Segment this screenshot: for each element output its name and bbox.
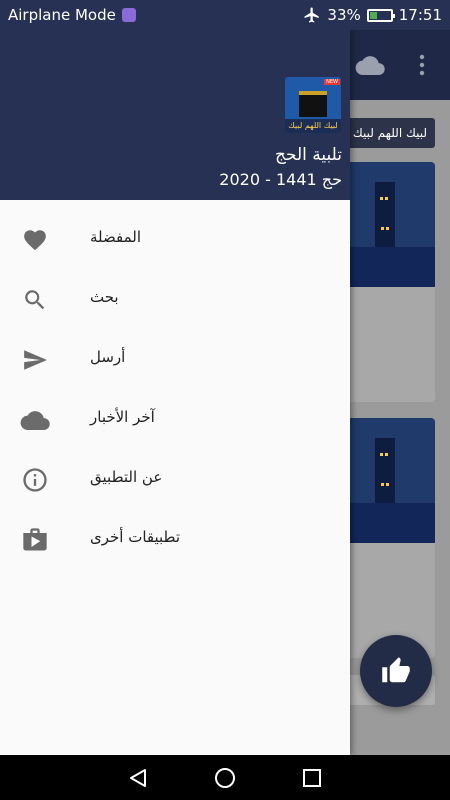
menu-item-send[interactable]: أرسل <box>0 330 350 390</box>
menu-item-about[interactable]: عن التطبيق <box>0 450 350 510</box>
recents-icon <box>302 768 321 787</box>
info-icon <box>20 466 50 494</box>
back-button[interactable] <box>126 766 150 790</box>
home-icon <box>214 767 235 788</box>
menu-item-favorites[interactable]: المفضلة <box>0 210 350 270</box>
cloud-icon <box>20 406 50 434</box>
notification-icon <box>121 8 136 22</box>
title-chip[interactable]: لبيك اللهم لبيك <box>345 118 435 148</box>
video-card[interactable] <box>345 418 435 658</box>
drawer-header: لبيك اللهم لبيك NEW تلبية الحج حج 1441 -… <box>0 0 350 200</box>
airplane-icon <box>304 7 320 23</box>
menu-item-label: المفضلة <box>90 228 142 246</box>
menu-item-latest-news[interactable]: آخر الأخبار <box>0 390 350 450</box>
system-nav-bar <box>0 755 450 800</box>
recents-button[interactable] <box>300 766 324 790</box>
airplane-mode-label: Airplane Mode <box>8 6 116 24</box>
menu-item-search[interactable]: بحث <box>0 270 350 330</box>
menu-item-label: بحث <box>90 288 119 306</box>
status-bar: Airplane Mode 33% 17:51 <box>0 0 450 30</box>
cloud-icon[interactable] <box>355 54 385 76</box>
overflow-menu-icon[interactable] <box>418 53 426 77</box>
app-logo-text: لبيك اللهم لبيك <box>285 119 341 133</box>
battery-percent: 33% <box>327 6 361 24</box>
video-thumbnail <box>345 162 435 287</box>
shop-icon <box>20 526 50 554</box>
app-logo: لبيك اللهم لبيك NEW <box>285 77 341 133</box>
search-icon <box>20 286 50 314</box>
drawer-title: تلبية الحج <box>275 145 342 165</box>
menu-item-label: أرسل <box>90 348 126 366</box>
battery-icon <box>366 8 395 22</box>
thumbs-up-icon <box>382 657 410 683</box>
back-icon <box>130 768 147 787</box>
like-fab[interactable] <box>360 635 432 707</box>
send-icon <box>20 346 50 374</box>
menu-item-label: آخر الأخبار <box>90 408 155 426</box>
navigation-drawer: لبيك اللهم لبيك NEW تلبية الحج حج 1441 -… <box>0 0 350 755</box>
clock: 17:51 <box>398 6 442 24</box>
video-thumbnail <box>345 418 435 543</box>
drawer-menu: المفضلة بحث أرسل آخر الأخبار عن التطبيق <box>0 210 350 570</box>
menu-item-label: عن التطبيق <box>90 468 163 486</box>
menu-item-other-apps[interactable]: تطبيقات أخرى <box>0 510 350 570</box>
drawer-subtitle: حج 1441 - 2020 <box>219 170 342 189</box>
new-badge: NEW <box>324 79 340 85</box>
heart-icon <box>20 226 50 254</box>
video-card[interactable] <box>345 162 435 402</box>
menu-item-label: تطبيقات أخرى <box>90 528 181 546</box>
home-button[interactable] <box>213 766 237 790</box>
